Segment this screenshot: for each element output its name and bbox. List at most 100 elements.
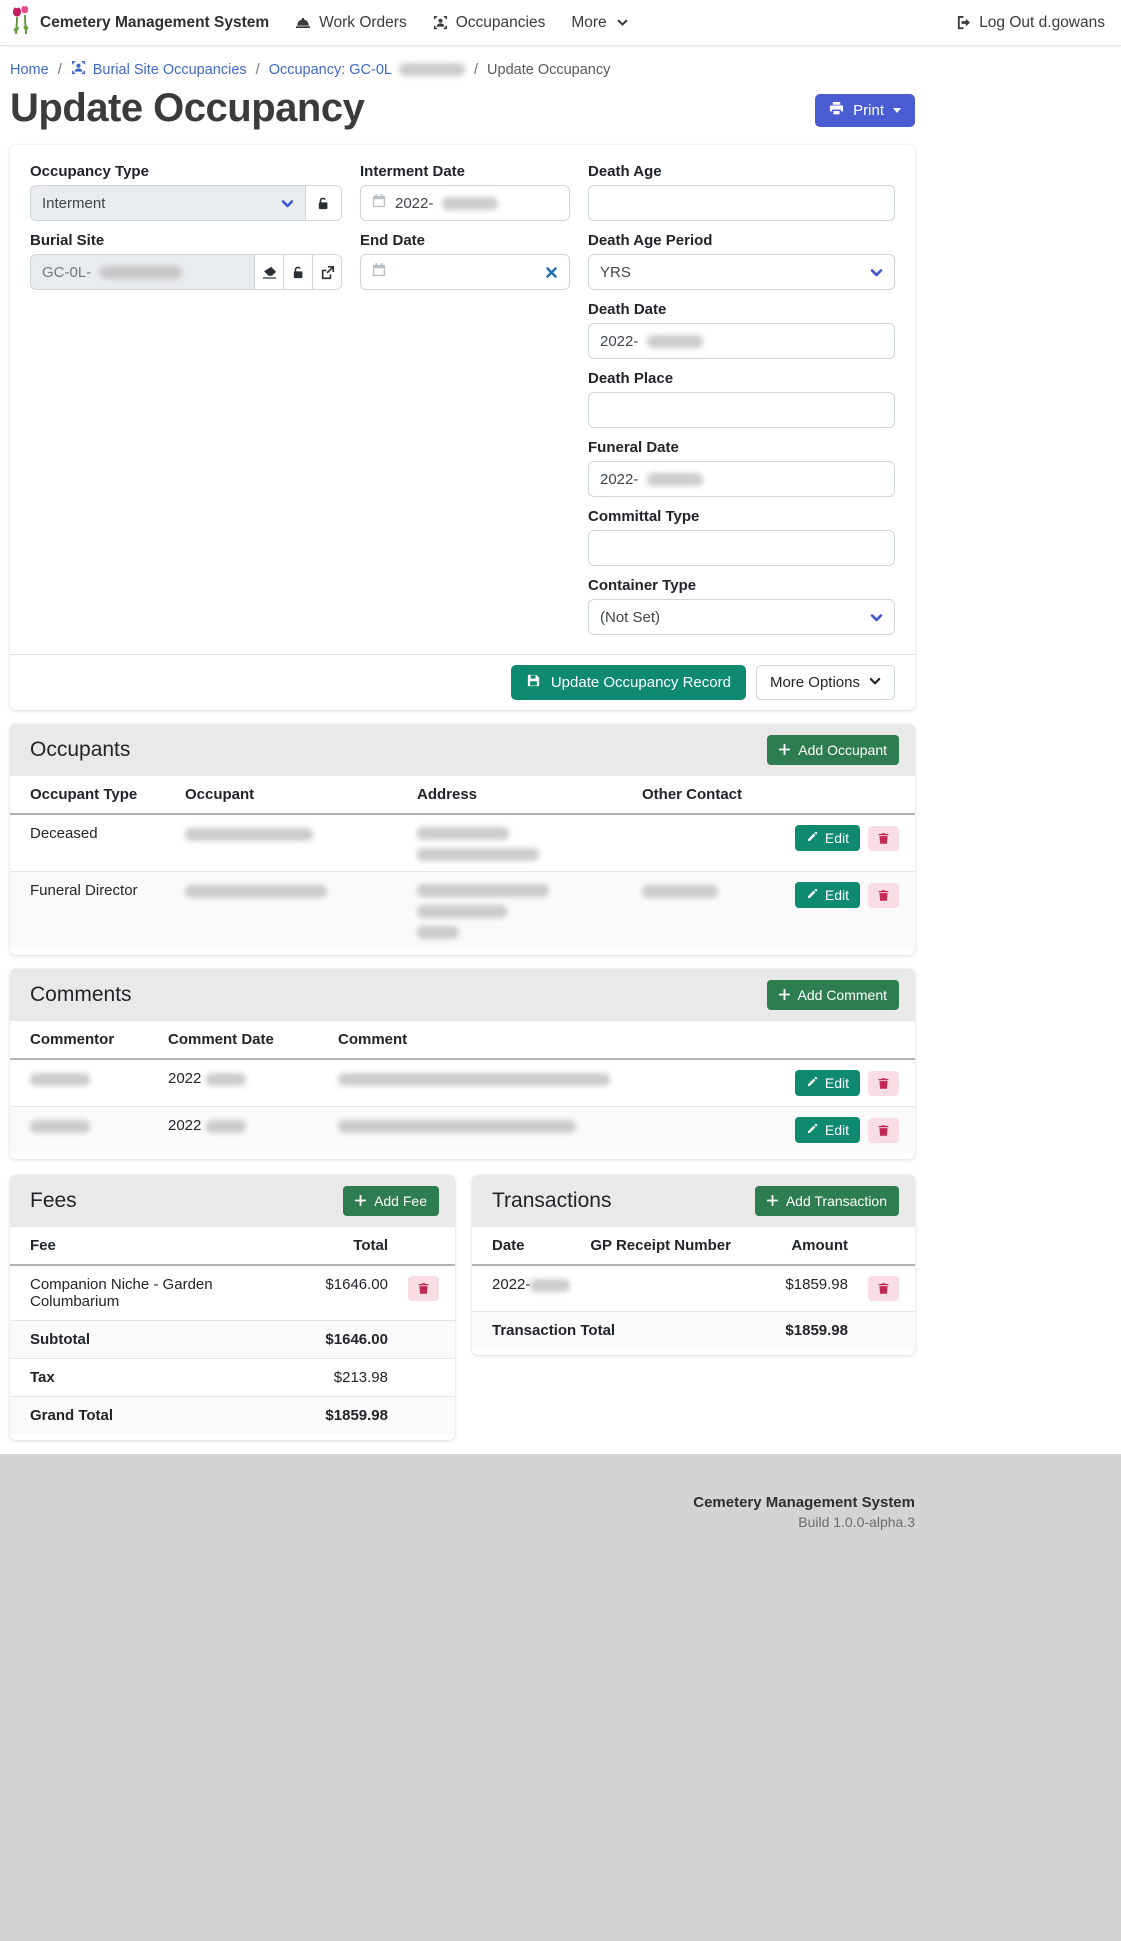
plus-icon: [767, 1193, 778, 1209]
plus-icon: [355, 1193, 366, 1209]
death-age-input[interactable]: [588, 185, 895, 221]
add-comment-button[interactable]: Add Comment: [767, 980, 899, 1010]
death-date-value: 2022-: [600, 333, 638, 350]
trash-icon: [877, 832, 890, 845]
add-occupant-button[interactable]: Add Occupant: [767, 735, 899, 765]
page-title: Update Occupancy: [10, 85, 364, 131]
occupants-card: Occupants Add Occupant Occupant Type Occ…: [10, 724, 915, 955]
burial-site-lock-button[interactable]: [283, 254, 313, 290]
comment-cell: [328, 1059, 765, 1107]
redacted-text: [530, 1279, 570, 1292]
burial-site-input[interactable]: GC-0L-: [30, 254, 255, 290]
hard-hat-icon: [295, 15, 311, 31]
end-date-input[interactable]: [360, 254, 570, 290]
table-row: Tax $213.98: [10, 1359, 455, 1397]
add-transaction-label: Add Transaction: [786, 1193, 887, 1209]
occupancy-form-card: Occupancy Type Interment: [10, 145, 915, 710]
redacted-text: [100, 266, 182, 279]
unlock-icon: [291, 265, 306, 280]
more-options-label: More Options: [770, 674, 860, 691]
burial-site-clear-button[interactable]: [254, 254, 284, 290]
container-type-select[interactable]: (Not Set): [588, 599, 895, 635]
occupancy-type-lock-button[interactable]: [305, 185, 342, 221]
column-header: Comment Date: [158, 1021, 328, 1059]
fees-table: Fee Total Companion Niche - Garden Colum…: [10, 1227, 455, 1434]
delete-fee-button[interactable]: [408, 1276, 439, 1301]
interment-date-label: Interment Date: [360, 163, 570, 180]
nav-occupancies[interactable]: Occupancies: [433, 14, 546, 32]
caret-down-icon: [893, 108, 901, 113]
breadcrumb-separator: /: [256, 62, 260, 78]
occupancy-type-select[interactable]: Interment: [30, 185, 306, 221]
eraser-icon: [262, 265, 277, 280]
comment-date-cell: 2022: [158, 1107, 328, 1154]
commentor-cell: [10, 1107, 158, 1154]
plus-icon: [779, 987, 790, 1003]
other-contact-cell: [632, 872, 775, 950]
logout-icon: [956, 15, 971, 30]
footer-build-version: Build 1.0.0-alpha.3: [10, 1514, 915, 1530]
update-occupancy-record-button[interactable]: Update Occupancy Record: [511, 665, 746, 700]
edit-comment-button[interactable]: Edit: [795, 1070, 860, 1096]
death-age-period-value: YRS: [600, 264, 631, 281]
delete-transaction-button[interactable]: [868, 1276, 899, 1301]
redacted-text: [185, 828, 313, 841]
edit-occupant-button[interactable]: Edit: [795, 882, 860, 908]
edit-label: Edit: [825, 1122, 849, 1138]
app-title: Cemetery Management System: [40, 14, 269, 32]
subtotal-label: Subtotal: [10, 1321, 306, 1359]
more-options-button[interactable]: More Options: [756, 665, 895, 700]
occupants-table: Occupant Type Occupant Address Other Con…: [10, 776, 915, 949]
breadcrumb-home[interactable]: Home: [10, 62, 49, 78]
breadcrumb-burial-site-occupancies[interactable]: Burial Site Occupancies: [71, 60, 247, 79]
grand-total-value: $1859.98: [306, 1397, 398, 1435]
edit-occupant-button[interactable]: Edit: [795, 825, 860, 851]
delete-occupant-button[interactable]: [868, 826, 899, 851]
redacted-text: [417, 905, 507, 918]
death-date-input[interactable]: 2022-: [588, 323, 895, 359]
transaction-date-cell: 2022-: [472, 1265, 580, 1312]
trash-icon: [877, 1282, 890, 1295]
redacted-text: [338, 1073, 610, 1086]
address-cell: [407, 872, 632, 950]
committal-type-label: Committal Type: [588, 508, 895, 525]
breadcrumb-occupancy[interactable]: Occupancy: GC-0L: [269, 62, 465, 78]
nav-more[interactable]: More: [571, 14, 627, 32]
death-date-label: Death Date: [588, 301, 895, 318]
committal-type-input[interactable]: [588, 530, 895, 566]
breadcrumb-current: Update Occupancy: [487, 62, 610, 78]
add-fee-button[interactable]: Add Fee: [343, 1186, 439, 1216]
trash-icon: [417, 1282, 430, 1295]
death-age-period-select[interactable]: YRS: [588, 254, 895, 290]
burial-site-open-button[interactable]: [312, 254, 342, 290]
brand-link[interactable]: Cemetery Management System: [10, 6, 269, 40]
delete-occupant-button[interactable]: [868, 883, 899, 908]
nav-work-orders[interactable]: Work Orders: [295, 14, 407, 32]
interment-date-value: 2022-: [395, 195, 433, 212]
death-place-input[interactable]: [588, 392, 895, 428]
delete-comment-button[interactable]: [868, 1118, 899, 1143]
trash-icon: [877, 1077, 890, 1090]
occupancy-type-label: Occupancy Type: [30, 163, 342, 180]
external-link-icon: [320, 265, 335, 280]
chevron-down-icon: [870, 266, 883, 279]
interment-date-input[interactable]: 2022-: [360, 185, 570, 221]
print-button[interactable]: Print: [815, 94, 915, 127]
logout-link[interactable]: Log Out d.gowans: [956, 14, 1105, 32]
table-row: Transaction Total $1859.98: [472, 1312, 915, 1350]
occupants-title: Occupants: [30, 738, 130, 762]
redacted-text: [30, 1120, 90, 1133]
death-place-label: Death Place: [588, 370, 895, 387]
chevron-down-icon: [869, 674, 881, 691]
delete-comment-button[interactable]: [868, 1071, 899, 1096]
edit-comment-button[interactable]: Edit: [795, 1117, 860, 1143]
breadcrumb-separator: /: [58, 62, 62, 78]
end-date-clear-icon[interactable]: [545, 266, 558, 279]
column-header: Amount: [755, 1227, 858, 1265]
comments-table: Commentor Comment Date Comment 2022: [10, 1021, 915, 1153]
funeral-date-input[interactable]: 2022-: [588, 461, 895, 497]
comment-date-prefix: 2022: [168, 1117, 201, 1134]
transactions-card: Transactions Add Transaction Date GP Rec…: [472, 1175, 915, 1355]
transactions-title: Transactions: [492, 1189, 611, 1213]
add-transaction-button[interactable]: Add Transaction: [755, 1186, 899, 1216]
